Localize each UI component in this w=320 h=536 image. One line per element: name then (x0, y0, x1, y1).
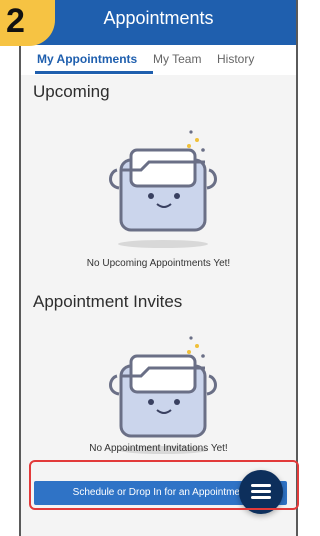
section-title-upcoming: Upcoming (33, 82, 110, 101)
app-header: ‹ Appointments (21, 0, 296, 45)
invites-empty-text: No Appointment Invitations Yet! (89, 443, 228, 454)
active-tab-underline (35, 71, 153, 74)
tab-bar: My Appointments My Team History (21, 45, 296, 75)
section-title-invites: Appointment Invites (33, 292, 183, 311)
step-number: 2 (6, 2, 25, 40)
page-title: Appointments (103, 8, 214, 28)
upcoming-empty-text: No Upcoming Appointments Yet! (86, 258, 231, 269)
app-frame: ‹ Appointments My Appointments My Team H… (19, 0, 299, 536)
empty-folder-illustration (109, 336, 217, 454)
highlight-outline (29, 460, 299, 510)
empty-folder-illustration (109, 130, 217, 248)
tab-history[interactable]: History (217, 52, 254, 66)
tab-my-appointments[interactable]: My Appointments (37, 52, 137, 66)
tab-my-team[interactable]: My Team (153, 52, 201, 66)
